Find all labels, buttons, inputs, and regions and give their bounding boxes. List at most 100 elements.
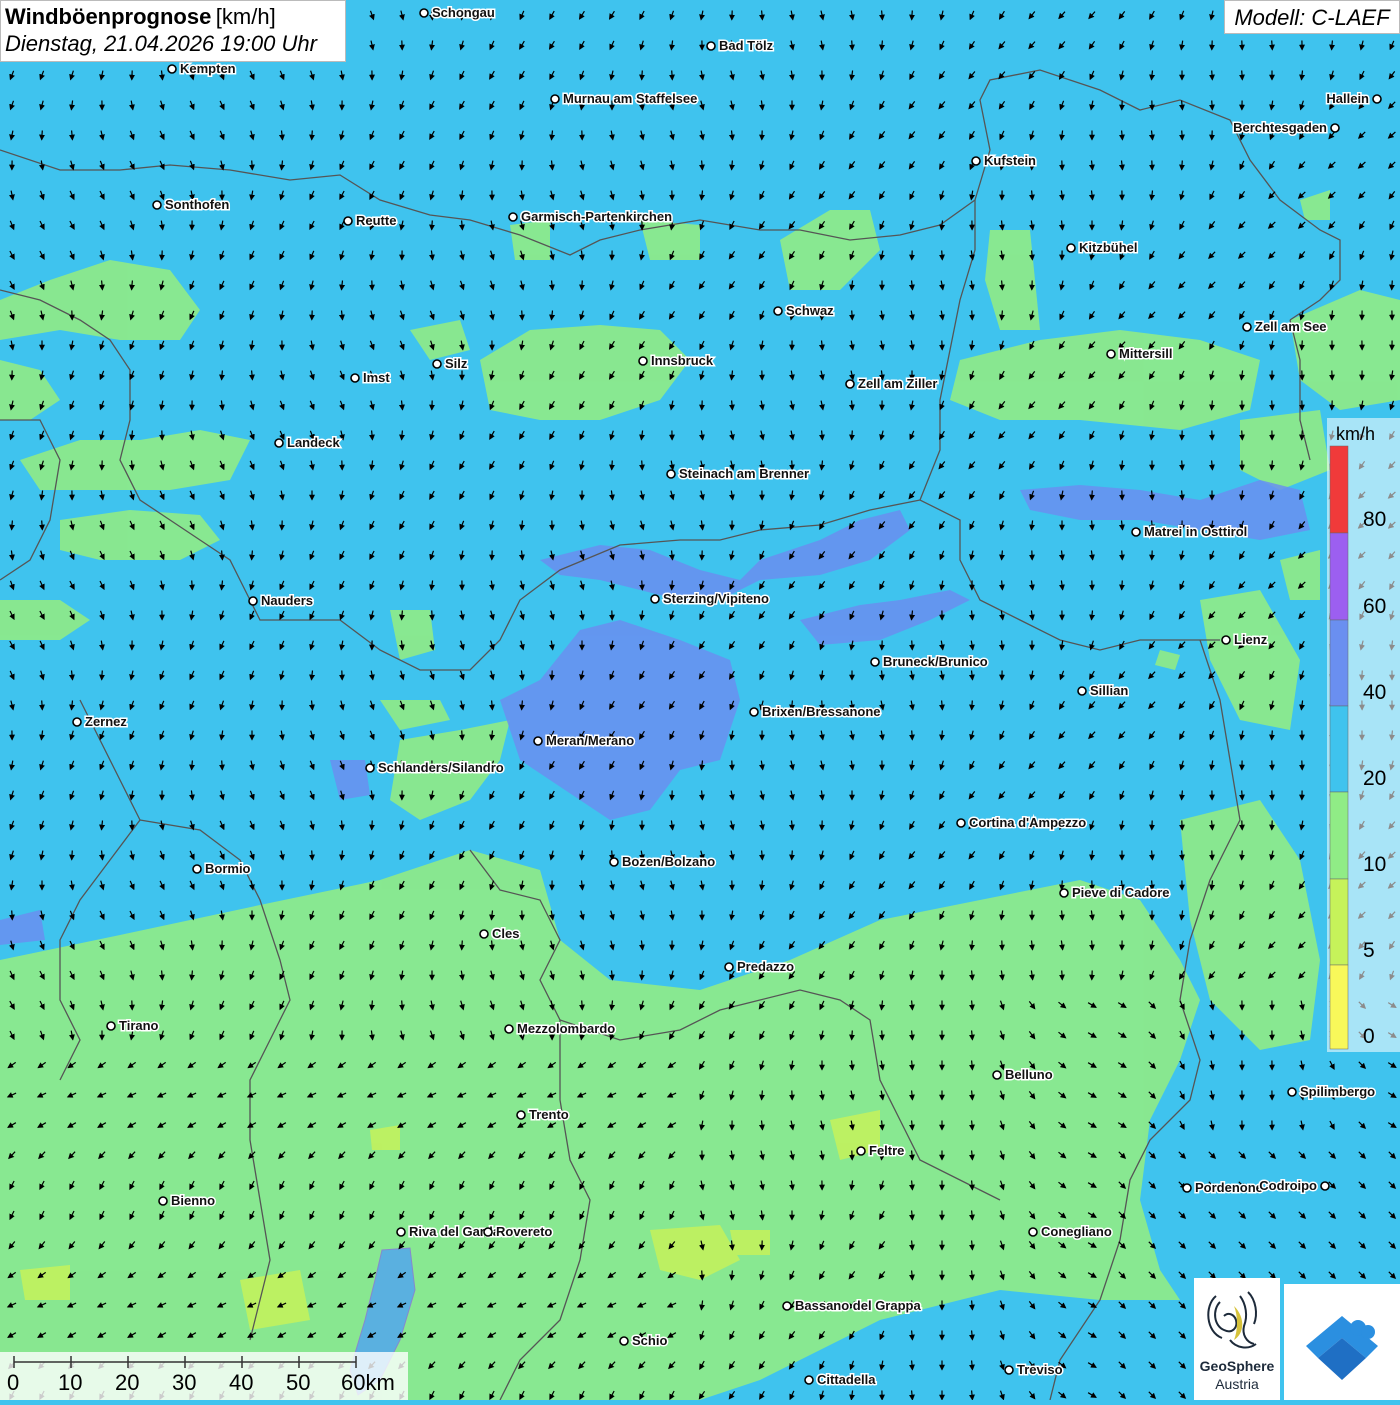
city-marker[interactable]: Murnau am Staffelsee	[551, 91, 697, 106]
wind-arrow	[702, 161, 703, 170]
city-label: Bozen/Bolzano	[622, 854, 715, 869]
wind-arrow	[222, 761, 223, 770]
city-marker[interactable]: Pieve di Cadore	[1060, 885, 1170, 900]
city-label: Cles	[492, 926, 519, 941]
wind-arrow	[792, 851, 793, 860]
city-dot-icon	[857, 1147, 865, 1155]
city-dot-icon	[667, 470, 675, 478]
wind-arrow	[882, 1121, 883, 1130]
wind-arrow	[1212, 71, 1213, 80]
geosphere-name: GeoSphere	[1194, 1358, 1280, 1374]
city-dot-icon	[639, 357, 647, 365]
city-dot-icon	[1132, 528, 1140, 536]
city-dot-icon	[433, 360, 441, 368]
city-dot-icon	[509, 213, 517, 221]
city-marker[interactable]: Zell am Ziller	[846, 376, 937, 391]
city-dot-icon	[707, 42, 715, 50]
wind-arrow	[942, 701, 943, 710]
wind-arrow	[972, 1061, 973, 1070]
city-label: Silz	[445, 356, 468, 371]
wind-arrow	[582, 281, 583, 290]
city-marker[interactable]: Zell am See	[1243, 319, 1327, 334]
wind-arrow	[1002, 311, 1003, 320]
city-marker[interactable]: Sonthofen	[153, 197, 229, 212]
city-marker[interactable]: Garmisch-Partenkirchen	[509, 209, 672, 224]
wind-arrow	[1002, 281, 1003, 290]
city-marker[interactable]: Meran/Merano	[534, 733, 634, 748]
wind-arrow	[972, 1001, 973, 1010]
wind-arrow	[522, 701, 523, 710]
city-label: Matrei in Osttirol	[1144, 524, 1247, 539]
wind-arrow	[42, 701, 43, 710]
city-marker[interactable]: Berchtesgaden	[1233, 120, 1339, 135]
city-label: Bassano del Grappa	[795, 1298, 921, 1313]
weather-app-icon	[1284, 1284, 1400, 1400]
city-marker[interactable]: Schlanders/Silandro	[366, 760, 504, 775]
city-marker[interactable]: Bruneck/Brunico	[871, 654, 988, 669]
city-label: Belluno	[1005, 1067, 1053, 1082]
wind-arrow	[732, 401, 733, 410]
map[interactable]: SchongauBad TölzKemptenMurnau am Staffel…	[0, 0, 1400, 1400]
wind-arrow	[1182, 101, 1183, 110]
legend-swatch-20	[1330, 706, 1348, 792]
wind-arrow	[312, 851, 313, 860]
wind-arrow	[912, 1001, 913, 1010]
wind-arrow	[972, 1031, 973, 1040]
wind-arrow	[912, 1121, 913, 1130]
city-dot-icon	[750, 708, 758, 716]
wind-arrow	[672, 581, 673, 590]
city-dot-icon	[397, 1228, 405, 1236]
city-dot-icon	[153, 201, 161, 209]
wind-arrow	[972, 941, 973, 950]
city-marker[interactable]: Conegliano	[1029, 1224, 1112, 1239]
city-label: Pordenone	[1195, 1180, 1263, 1195]
wind-arrow	[702, 1271, 703, 1280]
city-marker[interactable]: Mezzolombardo	[505, 1021, 615, 1036]
city-marker[interactable]: Pordenone	[1183, 1180, 1263, 1195]
wind-arrow	[972, 971, 973, 980]
city-marker[interactable]: Bozen/Bolzano	[610, 854, 715, 869]
warn-app-logo[interactable]	[1284, 1284, 1400, 1400]
city-dot-icon	[783, 1302, 791, 1310]
wind-arrow	[462, 941, 463, 950]
city-marker[interactable]: Innsbruck	[639, 353, 714, 368]
city-marker[interactable]: Schongau	[420, 5, 495, 20]
wind-arrow	[912, 1391, 913, 1400]
wind-arrow	[852, 41, 853, 50]
city-label: Spilimbergo	[1300, 1084, 1375, 1099]
city-label: Steinach am Brenner	[679, 466, 809, 481]
wind-arrow	[1272, 41, 1273, 50]
geosphere-country: Austria	[1194, 1376, 1280, 1392]
city-label: Conegliano	[1041, 1224, 1112, 1239]
wind-arrow	[702, 791, 703, 800]
city-dot-icon	[1078, 687, 1086, 695]
city-dot-icon	[651, 595, 659, 603]
city-dot-icon	[534, 737, 542, 745]
city-dot-icon	[1029, 1228, 1037, 1236]
city-marker[interactable]: Bassano del Grappa	[783, 1298, 921, 1313]
scale-label-30: 30	[172, 1370, 196, 1396]
city-marker[interactable]: Cortina d'Ampezzo	[957, 815, 1086, 830]
city-dot-icon	[620, 1337, 628, 1345]
wind-arrow	[462, 731, 463, 740]
wind-arrow	[1152, 491, 1153, 500]
city-marker[interactable]: Brixen/Bressanone	[750, 704, 881, 719]
city-marker[interactable]: Spilimbergo	[1288, 1084, 1375, 1099]
city-label: Pieve di Cadore	[1072, 885, 1170, 900]
city-marker[interactable]: Matrei in Osttirol	[1132, 524, 1247, 539]
city-label: Lienz	[1234, 632, 1268, 647]
wind-arrow	[1182, 161, 1183, 170]
city-label: Garmisch-Partenkirchen	[521, 209, 672, 224]
legend-swatch-5	[1330, 879, 1348, 965]
geosphere-logo[interactable]: GeoSphere Austria	[1194, 1278, 1280, 1400]
wind-arrow	[1392, 281, 1393, 290]
wind-arrow	[912, 1061, 913, 1070]
city-marker[interactable]: Sterzing/Vipiteno	[651, 591, 769, 606]
city-dot-icon	[610, 858, 618, 866]
city-label: Schwaz	[786, 303, 834, 318]
wind-arrow	[642, 581, 643, 590]
wind-arrow	[72, 131, 73, 140]
wind-arrow	[912, 1361, 913, 1370]
wind-arrow	[1242, 71, 1243, 80]
city-marker[interactable]: Steinach am Brenner	[667, 466, 809, 481]
